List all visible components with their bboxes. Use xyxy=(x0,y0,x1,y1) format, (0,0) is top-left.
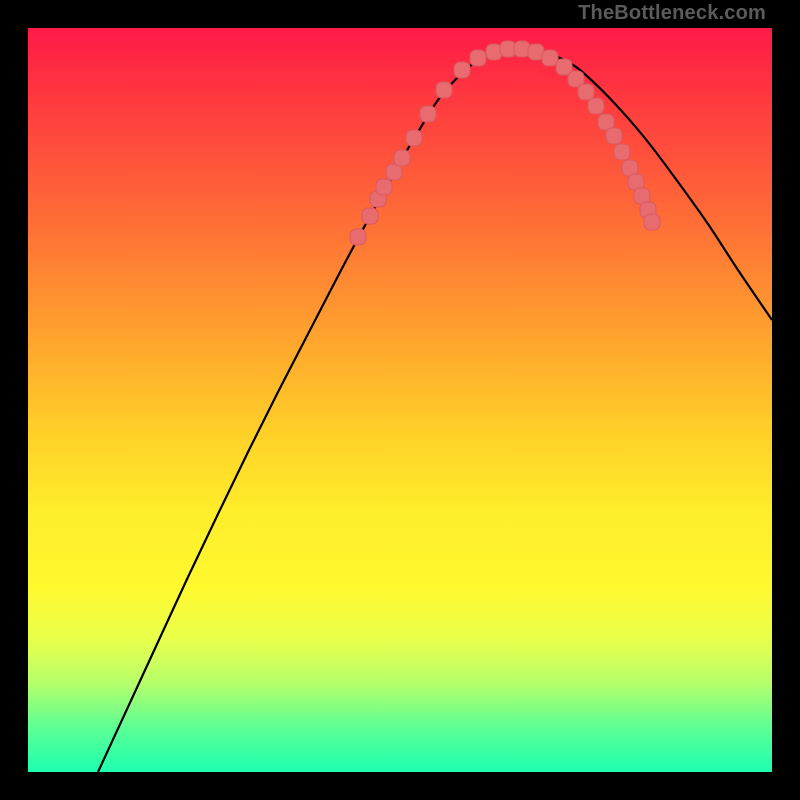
curve-marker xyxy=(644,214,660,230)
curve-marker xyxy=(406,130,422,146)
plot-area xyxy=(28,28,772,772)
curve-marker xyxy=(436,82,452,98)
curve-marker xyxy=(394,150,410,166)
curve-marker xyxy=(614,144,630,160)
curve-marker xyxy=(362,208,378,224)
watermark-text: TheBottleneck.com xyxy=(578,2,766,25)
curve-marker xyxy=(420,106,436,122)
curve-marker xyxy=(588,98,604,114)
curve-marker xyxy=(578,84,594,100)
curve-marker xyxy=(606,128,622,144)
bottleneck-curve xyxy=(98,48,772,772)
outer-frame: TheBottleneck.com xyxy=(0,0,800,800)
curve-marker xyxy=(350,229,366,245)
curve-marker xyxy=(454,62,470,78)
bottleneck-chart xyxy=(28,28,772,772)
curve-marker xyxy=(470,50,486,66)
curve-marker xyxy=(542,50,558,66)
curve-marker xyxy=(376,179,392,195)
marker-layer xyxy=(350,41,660,245)
